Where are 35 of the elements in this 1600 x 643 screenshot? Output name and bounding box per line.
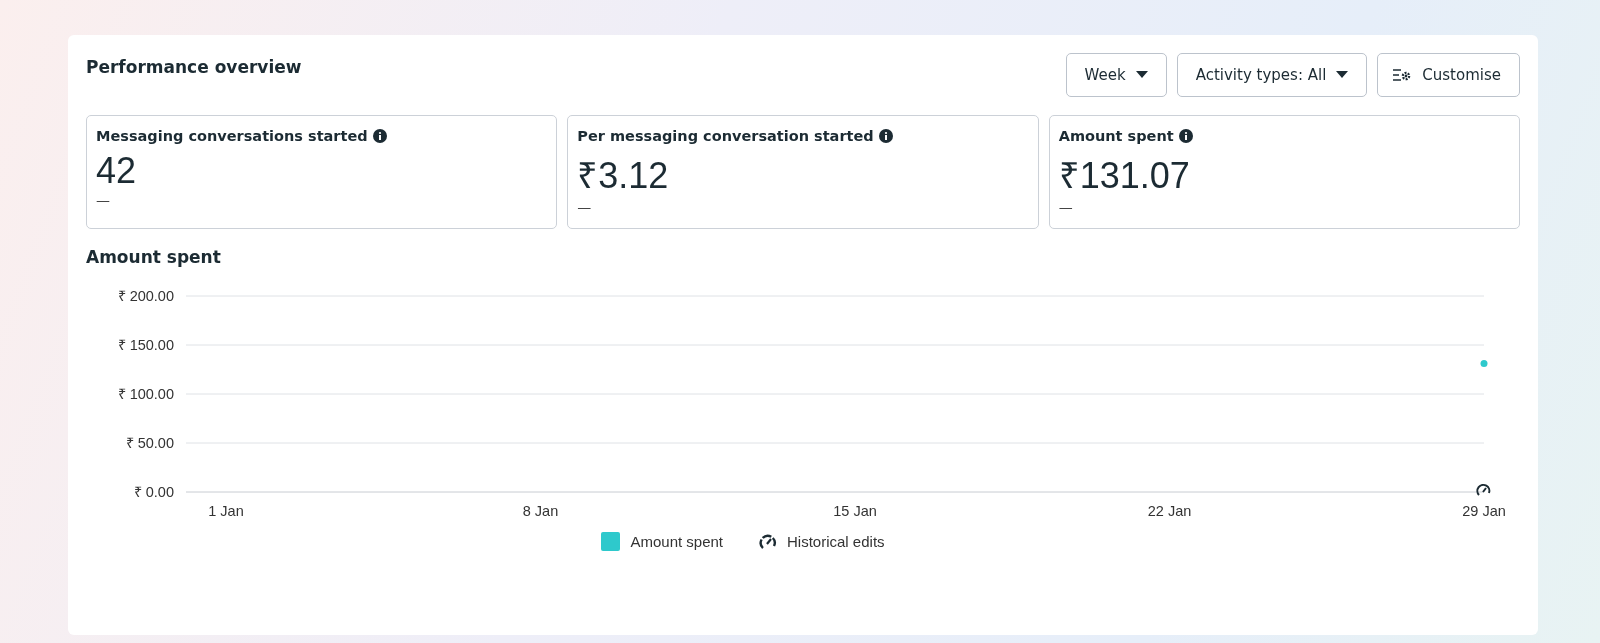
settings-icon	[1392, 68, 1413, 82]
caret-icon	[1135, 71, 1148, 79]
axis-label: ₹ 0.00	[133, 484, 174, 500]
customise-button[interactable]: Customise	[1377, 53, 1520, 97]
dropdown-button[interactable]: Week	[1065, 53, 1167, 97]
axis-label: 15 Jan	[833, 503, 877, 519]
info-icon	[372, 129, 387, 143]
metric-label: Messaging conversations started	[96, 128, 368, 144]
axis-label: ₹ 200.00	[117, 288, 174, 304]
axis-label: ₹ 100.00	[117, 386, 174, 402]
dropdown-button[interactable]: Activity types: All	[1176, 53, 1368, 97]
metric-label: Per messaging conversation started	[577, 128, 874, 144]
info-icon	[878, 129, 893, 143]
legend-label: Historical edits	[787, 533, 885, 550]
data-point	[1480, 360, 1488, 368]
metric-value: ₹3.12	[577, 154, 670, 198]
axis-label: ₹ 50.00	[125, 435, 174, 451]
axis-label: 1 Jan	[208, 503, 244, 519]
metric-label: Amount spent	[1058, 128, 1174, 144]
metric-change: —	[96, 192, 111, 208]
axis-label: 22 Jan	[1147, 503, 1192, 519]
gauge-icon	[759, 532, 777, 551]
axis-label: ₹ 150.00	[117, 337, 174, 353]
caret-icon	[1336, 71, 1349, 79]
info-icon	[1178, 129, 1193, 143]
metric-value: ₹131.07	[1058, 154, 1191, 198]
axis-label: 8 Jan	[522, 503, 559, 519]
metric-change: —	[1058, 199, 1074, 215]
metric-change: —	[577, 199, 593, 215]
chart-title: Amount spent	[86, 247, 222, 267]
legend-label: Amount spent	[630, 533, 723, 550]
metric-value: 42	[96, 150, 138, 192]
axis-label: 29 Jan	[1462, 503, 1506, 519]
panel-title: Performance overview	[86, 57, 302, 77]
gauge-icon	[1476, 483, 1491, 496]
